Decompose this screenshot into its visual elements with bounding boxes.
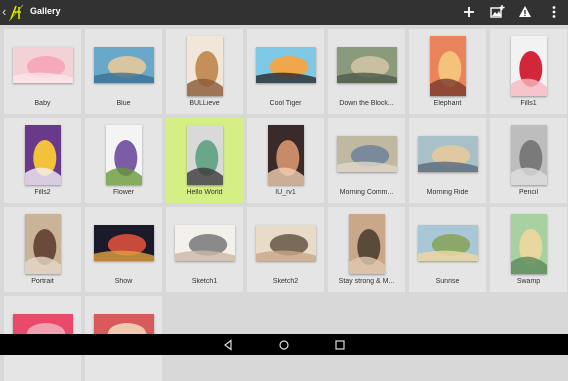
gallery-item-label: IU_rv1	[275, 189, 296, 196]
gallery-item-label: Blue	[116, 100, 131, 107]
gallery-item-label: Baby	[34, 100, 51, 107]
back-icon[interactable]	[222, 338, 234, 351]
gallery-item[interactable]: Morning Ride	[409, 118, 486, 203]
gallery-item[interactable]: Swamp	[490, 207, 567, 292]
gallery-item[interactable]: Elephant	[409, 29, 486, 114]
gallery-item-label: Fills2	[34, 189, 51, 196]
gallery-item-label: Morning Ride	[426, 189, 469, 196]
overflow-menu-icon[interactable]	[546, 4, 562, 20]
artwork-thumbnail	[511, 36, 547, 96]
recents-icon[interactable]	[334, 338, 346, 350]
artwork-thumbnail	[187, 125, 223, 185]
gallery-item-label: Morning Comm...	[339, 189, 394, 196]
system-nav-bar	[0, 334, 568, 355]
warning-icon[interactable]	[517, 4, 533, 20]
artwork-thumbnail	[94, 225, 154, 261]
gallery-item-label: Hello World	[186, 189, 223, 196]
gallery-item[interactable]: Flower	[85, 118, 162, 203]
artwork-thumbnail	[25, 125, 61, 185]
gallery-item[interactable]: Portrait	[4, 207, 81, 292]
gallery-item[interactable]: Show	[85, 207, 162, 292]
gallery-item-label: Down the Block...	[339, 100, 394, 107]
gallery-item[interactable]: Hello World	[166, 118, 243, 203]
artwork-thumbnail	[268, 125, 304, 185]
gallery-item[interactable]: BULLieve	[166, 29, 243, 114]
gallery-item[interactable]: Fills2	[4, 118, 81, 203]
gallery-item[interactable]: Morning Comm...	[328, 118, 405, 203]
gallery-item-label: Sunrise	[435, 278, 460, 285]
add-photo-icon[interactable]	[489, 4, 505, 20]
gallery-item[interactable]: Down the Block...	[328, 29, 405, 114]
artwork-thumbnail	[256, 225, 316, 261]
gallery-item[interactable]: Sketch2	[247, 207, 324, 292]
gallery-item-label: Cool Tiger	[269, 100, 302, 107]
artwork-thumbnail	[256, 47, 316, 83]
gallery-item[interactable]: Stay strong & M...	[328, 207, 405, 292]
gallery-item[interactable]: IU_rv1	[247, 118, 324, 203]
artwork-thumbnail	[106, 125, 142, 185]
gallery-item-label: Swamp	[516, 278, 541, 285]
artwork-thumbnail	[175, 225, 235, 261]
gallery-item-label: Fills1	[520, 100, 537, 107]
gallery-item-label: Portrait	[31, 278, 54, 285]
gallery-item[interactable]: Fills1	[490, 29, 567, 114]
gallery-item[interactable]: Cool Tiger	[247, 29, 324, 114]
gallery-item-label: Stay strong & M...	[338, 278, 395, 285]
page-title: Gallery	[30, 6, 61, 16]
gallery-item-label: Sketch1	[191, 278, 218, 285]
gallery-item-label: Sketch2	[272, 278, 299, 285]
app-bar: ‹ Gallery	[0, 0, 568, 25]
gallery-item[interactable]: Sketch1	[166, 207, 243, 292]
artwork-thumbnail	[337, 136, 397, 172]
gallery-item-label: Flower	[112, 189, 134, 196]
home-icon[interactable]	[278, 338, 290, 350]
gallery-item[interactable]: Pencil	[490, 118, 567, 203]
gallery-item[interactable]: Baby	[4, 29, 81, 114]
artwork-thumbnail	[94, 47, 154, 83]
artwork-thumbnail	[430, 36, 466, 96]
artwork-thumbnail	[349, 214, 385, 274]
artwork-thumbnail	[418, 136, 478, 172]
gallery-item-label: Pencil	[518, 189, 539, 196]
artwork-thumbnail	[418, 225, 478, 261]
artwork-thumbnail	[25, 214, 61, 274]
back-chevron-icon[interactable]: ‹	[2, 3, 6, 21]
gallery-item[interactable]: Blue	[85, 29, 162, 114]
artwork-thumbnail	[511, 214, 547, 274]
artwork-thumbnail	[13, 47, 73, 83]
artwork-thumbnail	[511, 125, 547, 185]
gallery-item-label: Elephant	[433, 100, 462, 107]
gallery-item[interactable]: Sunrise	[409, 207, 486, 292]
gallery-item-label: BULLieve	[189, 100, 220, 107]
add-icon[interactable]	[461, 4, 477, 20]
artwork-thumbnail	[187, 36, 223, 96]
gallery-item-label: Show	[114, 278, 133, 285]
app-logo-icon[interactable]	[8, 3, 25, 22]
artwork-thumbnail	[337, 47, 397, 83]
